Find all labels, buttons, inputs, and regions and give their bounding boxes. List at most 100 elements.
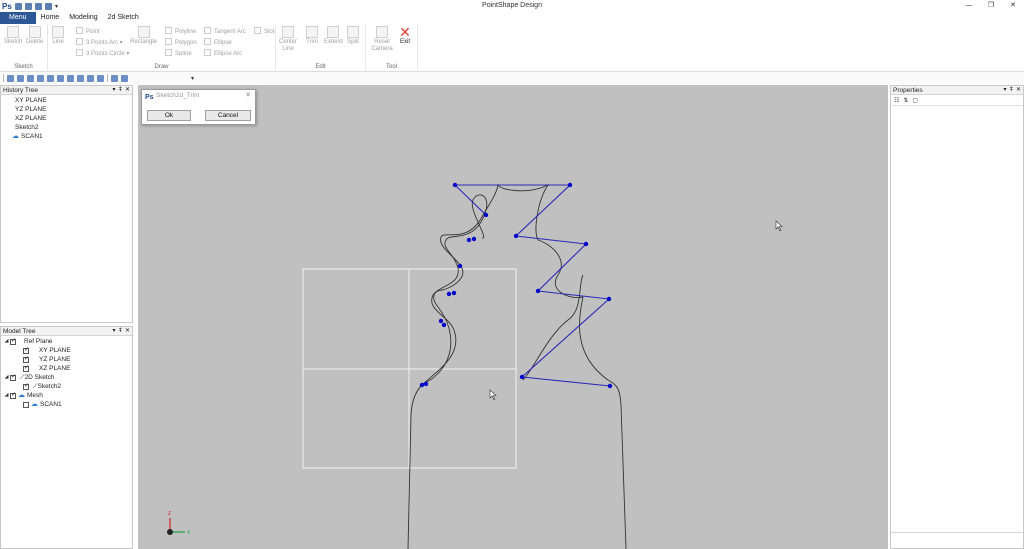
minimize-button[interactable]: — bbox=[958, 0, 980, 12]
sketch-point[interactable] bbox=[457, 263, 463, 269]
zoom-icon[interactable] bbox=[97, 74, 104, 82]
close-icon[interactable]: ✕ bbox=[1016, 86, 1021, 95]
sketch-point[interactable] bbox=[583, 241, 589, 247]
restore-button[interactable]: ❐ bbox=[980, 0, 1002, 12]
pin-icon[interactable]: ǂ bbox=[118, 86, 122, 95]
point-button[interactable]: Point bbox=[76, 27, 100, 36]
expand-arrow-icon[interactable]: ◢ bbox=[3, 391, 10, 400]
categorized-icon[interactable]: ☷ bbox=[894, 97, 899, 104]
reset-camera-button[interactable]: Reset Camera bbox=[370, 26, 394, 53]
quick-access-dropdown-icon[interactable]: ▾ bbox=[55, 3, 58, 10]
ellipse-arc-button[interactable]: Ellipse Arc bbox=[204, 49, 242, 58]
cancel-button[interactable]: Cancel bbox=[205, 110, 251, 121]
3d-viewport[interactable]: Z X bbox=[138, 85, 888, 549]
spline-button[interactable]: Spline bbox=[165, 49, 192, 58]
trim-button[interactable]: Trim bbox=[306, 26, 318, 46]
model-node-ref-plane[interactable]: ◢ Ref Plane bbox=[3, 337, 132, 346]
expand-arrow-icon[interactable]: ◢ bbox=[3, 337, 10, 346]
sketch-point[interactable] bbox=[519, 374, 525, 380]
model-node-2d-sketch[interactable]: ◢ ⟋ 2D Sketch bbox=[3, 373, 132, 382]
panel-menu-icon[interactable]: ▾ bbox=[112, 86, 115, 95]
sketch-point[interactable] bbox=[441, 322, 447, 328]
sketch-point[interactable] bbox=[567, 182, 573, 188]
display-mode-icon[interactable] bbox=[111, 74, 118, 82]
history-item-yz-plane[interactable]: YZ PLANE bbox=[15, 105, 132, 114]
tab-modeling[interactable]: Modeling bbox=[64, 12, 102, 24]
model-node-sketch2[interactable]: ⟋ Sketch2 bbox=[3, 382, 132, 391]
undo-icon[interactable] bbox=[45, 2, 52, 10]
close-icon[interactable]: ✕ bbox=[125, 86, 130, 95]
sketch-point[interactable] bbox=[471, 236, 477, 242]
center-line-button[interactable]: Center Line bbox=[278, 26, 298, 53]
property-pages-icon[interactable]: ▢ bbox=[912, 97, 918, 104]
model-node-yz-plane[interactable]: YZ PLANE bbox=[3, 355, 132, 364]
three-points-arc-button[interactable]: 3 Points Arc ▾ bbox=[76, 38, 123, 47]
history-item-scan1[interactable]: ☁ SCAN1 bbox=[12, 132, 132, 141]
tab-2d-sketch[interactable]: 2d Sketch bbox=[103, 12, 144, 24]
view-back-icon[interactable] bbox=[17, 74, 24, 82]
sketch-point[interactable] bbox=[446, 291, 452, 297]
delete-button[interactable]: Delete bbox=[26, 26, 43, 46]
sketch-point[interactable] bbox=[606, 296, 612, 302]
pin-icon[interactable]: ǂ bbox=[1009, 86, 1013, 95]
sketch-button[interactable]: Sketch bbox=[4, 26, 22, 46]
history-item-sketch2[interactable]: Sketch2 bbox=[15, 123, 132, 132]
tab-menu[interactable]: Menu bbox=[0, 12, 36, 24]
sketch-point[interactable] bbox=[451, 290, 457, 296]
save-icon[interactable] bbox=[35, 2, 42, 10]
view-left-icon[interactable] bbox=[27, 74, 34, 82]
zoom-fit-icon[interactable] bbox=[87, 74, 94, 82]
sketch-point[interactable] bbox=[513, 233, 519, 239]
sort-alpha-icon[interactable]: ⇅ bbox=[903, 97, 908, 104]
model-node-xy-plane[interactable]: XY PLANE bbox=[3, 346, 132, 355]
open-file-icon[interactable] bbox=[25, 2, 32, 10]
view-bottom-icon[interactable] bbox=[57, 74, 64, 82]
visibility-checkbox[interactable] bbox=[10, 337, 16, 346]
tab-home[interactable]: Home bbox=[36, 12, 65, 24]
panel-menu-icon[interactable]: ▾ bbox=[1003, 86, 1006, 95]
visibility-checkbox[interactable] bbox=[23, 346, 29, 355]
viewport-canvas[interactable]: Z X bbox=[138, 85, 888, 549]
sketch-point[interactable] bbox=[419, 382, 425, 388]
pin-icon[interactable]: ǂ bbox=[118, 327, 122, 336]
split-button[interactable]: Split bbox=[347, 26, 359, 46]
slot-button[interactable]: Slot bbox=[254, 27, 274, 36]
model-node-scan1[interactable]: ☁ SCAN1 bbox=[3, 400, 132, 409]
close-button[interactable]: ✕ bbox=[1002, 0, 1024, 12]
view-right-icon[interactable] bbox=[37, 74, 44, 82]
sketch-point[interactable] bbox=[452, 182, 458, 188]
view-top-icon[interactable] bbox=[47, 74, 54, 82]
visibility-checkbox[interactable] bbox=[23, 355, 29, 364]
history-item-xz-plane[interactable]: XZ PLANE bbox=[15, 114, 132, 123]
close-icon[interactable]: ✕ bbox=[245, 90, 251, 102]
view-shaded-icon[interactable] bbox=[77, 74, 84, 82]
history-item-xy-plane[interactable]: XY PLANE bbox=[15, 96, 132, 105]
sketch-point[interactable] bbox=[483, 212, 489, 218]
sketch-point[interactable] bbox=[607, 383, 613, 389]
tangent-arc-button[interactable]: Tangent Arc bbox=[204, 27, 246, 36]
model-node-xz-plane[interactable]: XZ PLANE bbox=[3, 364, 132, 373]
close-icon[interactable]: ✕ bbox=[125, 327, 130, 336]
ok-button[interactable]: Ok bbox=[147, 110, 191, 121]
toolbar-dropdown-icon[interactable]: ▾ bbox=[191, 75, 194, 82]
sketch-point[interactable] bbox=[423, 381, 429, 387]
sketch-point[interactable] bbox=[466, 237, 472, 243]
ellipse-button[interactable]: Ellipse bbox=[204, 38, 232, 47]
line-button[interactable]: Line bbox=[52, 26, 64, 46]
visibility-checkbox[interactable] bbox=[23, 364, 29, 373]
rectangle-button[interactable]: Rectangle bbox=[130, 26, 157, 46]
sketch-point[interactable] bbox=[535, 288, 541, 294]
polyline-button[interactable]: Polyline bbox=[165, 27, 196, 36]
view-front-icon[interactable] bbox=[7, 74, 14, 82]
panel-menu-icon[interactable]: ▾ bbox=[112, 327, 115, 336]
visibility-checkbox[interactable] bbox=[23, 382, 29, 391]
sketch-point[interactable] bbox=[438, 318, 444, 324]
expand-arrow-icon[interactable]: ◢ bbox=[3, 373, 10, 382]
visibility-checkbox[interactable] bbox=[10, 391, 16, 400]
visibility-checkbox[interactable] bbox=[10, 373, 16, 382]
model-node-mesh[interactable]: ◢ ☁ Mesh bbox=[3, 391, 132, 400]
selection-filter-icon[interactable] bbox=[121, 74, 128, 82]
polygon-button[interactable]: Polygon bbox=[165, 38, 197, 47]
visibility-checkbox[interactable] bbox=[23, 401, 29, 408]
exit-button[interactable]: ✕ Exit bbox=[399, 25, 411, 46]
